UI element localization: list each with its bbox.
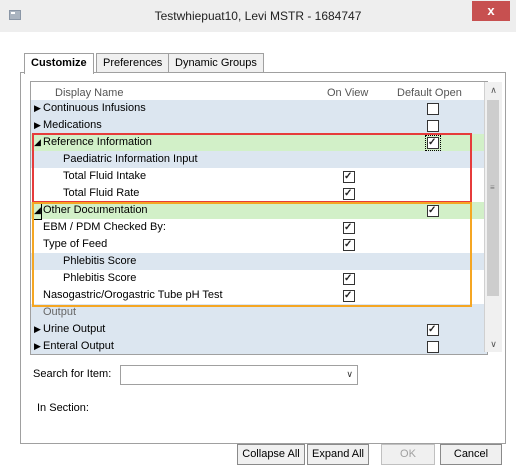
grid-scrollbar[interactable]: ∧ ≡ ∨ — [484, 82, 502, 352]
window-icon — [9, 10, 21, 20]
search-combobox[interactable]: ∨ — [120, 365, 358, 385]
highlight-reference-information — [32, 133, 472, 203]
close-button[interactable]: x — [472, 1, 510, 21]
default-open-checkbox[interactable] — [427, 120, 439, 132]
grid-row[interactable]: ▶ Urine Output — [31, 321, 487, 338]
cancel-button[interactable]: Cancel — [440, 444, 502, 465]
collapsed-triangle-icon[interactable]: ▶ — [34, 100, 41, 117]
column-display-name: Display Name — [55, 87, 124, 99]
grid-row[interactable]: ▶ Medications — [31, 117, 487, 134]
title-bar: Testwhiepuat10, Levi MSTR - 1684747 x — [0, 0, 516, 32]
grid-row[interactable]: ▶ Enteral Output — [31, 338, 487, 354]
ok-button[interactable]: OK — [381, 444, 435, 465]
scroll-up-icon[interactable]: ∧ — [485, 82, 502, 98]
grid-header: Display Name On View Default Open — [31, 82, 487, 102]
tab-preferences[interactable]: Preferences — [96, 53, 170, 73]
scroll-thumb[interactable]: ≡ — [487, 100, 499, 296]
tab-dynamic-groups[interactable]: Dynamic Groups — [168, 53, 264, 73]
highlight-other-documentation — [32, 202, 472, 307]
default-open-checkbox[interactable] — [427, 103, 439, 115]
default-open-checkbox[interactable] — [427, 341, 439, 353]
collapsed-triangle-icon[interactable]: ▶ — [34, 117, 41, 134]
column-on-view: On View — [327, 87, 369, 99]
default-open-checkbox[interactable] — [427, 321, 439, 338]
collapsed-triangle-icon[interactable]: ▶ — [34, 338, 41, 354]
column-default-open: Default Open — [397, 87, 462, 99]
window-title: Testwhiepuat10, Levi MSTR - 1684747 — [154, 9, 362, 23]
scroll-down-icon[interactable]: ∨ — [485, 336, 502, 352]
in-section-label: In Section: — [37, 402, 89, 414]
row-label: Continuous Infusions — [43, 102, 146, 114]
row-label: Medications — [43, 119, 102, 131]
collapsed-triangle-icon[interactable]: ▶ — [34, 321, 41, 338]
grid-row[interactable]: ▶ Continuous Infusions — [31, 100, 487, 117]
grip-icon: ≡ — [490, 183, 495, 192]
tab-customize[interactable]: Customize — [24, 53, 94, 74]
search-label: Search for Item: — [33, 368, 112, 380]
row-label: Enteral Output — [43, 340, 114, 352]
row-label: Urine Output — [43, 323, 106, 335]
collapse-all-button[interactable]: Collapse All — [237, 444, 305, 465]
expand-all-button[interactable]: Expand All — [307, 444, 369, 465]
chevron-down-icon[interactable]: ∨ — [346, 369, 353, 380]
